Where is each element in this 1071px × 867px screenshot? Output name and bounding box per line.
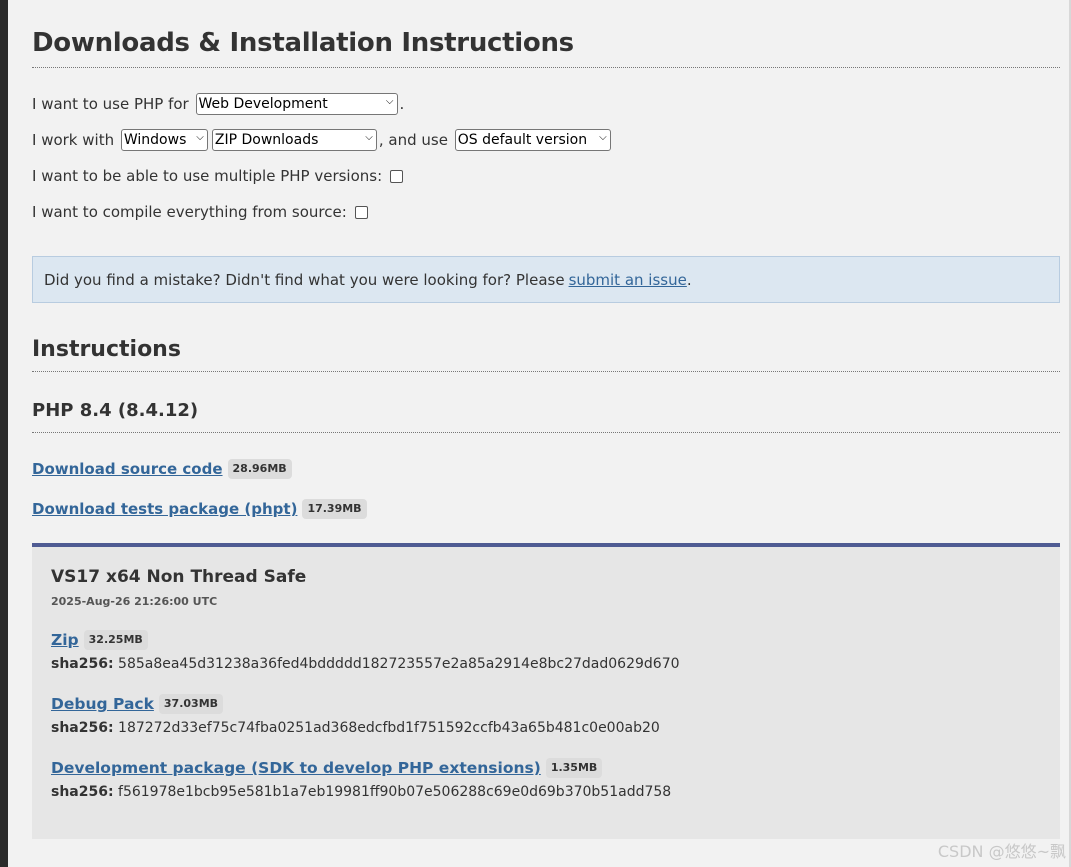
size-badge: 32.25MB (83, 630, 148, 650)
download-options-form: I want to use PHP for Web Development ⌵ … (32, 86, 1060, 230)
sha-value: 585a8ea45d31238a36fed4bddddd182723557e2a… (118, 656, 680, 672)
compile-source-checkbox[interactable] (354, 205, 368, 219)
version-select[interactable]: OS default version ⌵ (454, 129, 611, 151)
sha-line: sha256: 187272d33ef75c74fba0251ad368edcf… (51, 720, 1041, 736)
file-entry: Development package (SDK to develop PHP … (51, 758, 1041, 800)
os-select[interactable]: Windows ⌵ (120, 129, 208, 151)
sha-label: sha256: (51, 656, 114, 672)
compile-source-line: I want to compile everything from source… (32, 194, 1060, 230)
zip-download-link[interactable]: Zip (51, 631, 79, 649)
platform-line: I work with Windows ⌵ ZIP Downloads ⌵ , … (32, 122, 1060, 158)
instructions-heading: Instructions (32, 337, 1060, 372)
sha-line: sha256: f561978e1bcb95e581b1a7eb19981ff9… (51, 784, 1041, 800)
version-select-box[interactable]: OS default version (454, 129, 611, 151)
size-badge: 37.03MB (158, 694, 224, 714)
feedback-notice: Did you find a mistake? Didn't find what… (32, 256, 1060, 303)
package-select[interactable]: ZIP Downloads ⌵ (211, 129, 377, 151)
page-title: Downloads & Installation Instructions (32, 28, 1060, 68)
notice-text: Did you find a mistake? Didn't find what… (44, 270, 565, 289)
watermark: CSDN @悠悠~飘 (937, 842, 1066, 861)
sha-value: f561978e1bcb95e581b1a7eb19981ff90b07e506… (118, 784, 672, 800)
multiple-versions-label: I want to be able to use multiple PHP ve… (32, 167, 383, 185)
platform-label: I work with (32, 131, 115, 149)
build-title: VS17 x64 Non Thread Safe (51, 567, 307, 587)
usage-suffix: . (399, 95, 405, 113)
version-heading: PHP 8.4 (8.4.12) (32, 400, 1060, 433)
sha-value: 187272d33ef75c74fba0251ad368edcfbd1f7515… (118, 720, 660, 736)
multiple-versions-line: I want to be able to use multiple PHP ve… (32, 158, 1060, 194)
file-entry: Debug Pack 37.03MB sha256: 187272d33ef75… (51, 694, 1041, 736)
package-select-box[interactable]: ZIP Downloads (211, 129, 377, 151)
usage-label: I want to use PHP for (32, 95, 189, 113)
file-entry: Zip 32.25MB sha256: 585a8ea45d31238a36fe… (51, 630, 1041, 672)
version-label: , and use (378, 131, 448, 149)
compile-source-label: I want to compile everything from source… (32, 203, 347, 221)
file-link-line: Development package (SDK to develop PHP … (51, 758, 1041, 778)
size-badge: 1.35MB (545, 758, 603, 778)
notice-suffix: . (686, 270, 692, 289)
os-select-box[interactable]: Windows (120, 129, 208, 151)
sha-label: sha256: (51, 720, 114, 736)
build-date: 2025-Aug-26 21:26:00 UTC (51, 595, 218, 608)
size-badge: 17.39MB (302, 499, 367, 519)
usage-select-box[interactable]: Web Development (195, 93, 398, 115)
build-panel: VS17 x64 Non Thread Safe 2025-Aug-26 21:… (32, 543, 1060, 839)
usage-line: I want to use PHP for Web Development ⌵ … (32, 86, 1060, 122)
file-link-line: Zip 32.25MB (51, 630, 1041, 650)
source-download: Download source code 28.96MB (32, 459, 1060, 479)
main-content: Downloads & Installation Instructions I … (32, 0, 1060, 839)
dev-package-download-link[interactable]: Development package (SDK to develop PHP … (51, 759, 541, 777)
multiple-versions-checkbox[interactable] (390, 169, 404, 183)
sha-label: sha256: (51, 784, 114, 800)
tests-download: Download tests package (phpt) 17.39MB (32, 499, 1060, 519)
sha-line: sha256: 585a8ea45d31238a36fed4bddddd1827… (51, 656, 1041, 672)
left-edge-bar (0, 0, 8, 867)
usage-select[interactable]: Web Development ⌵ (195, 93, 398, 115)
download-tests-link[interactable]: Download tests package (phpt) (32, 500, 297, 518)
file-link-line: Debug Pack 37.03MB (51, 694, 1041, 714)
download-source-link[interactable]: Download source code (32, 460, 223, 478)
debug-pack-download-link[interactable]: Debug Pack (51, 695, 154, 713)
size-badge: 28.96MB (227, 459, 292, 479)
submit-issue-link[interactable]: submit an issue (569, 271, 687, 289)
